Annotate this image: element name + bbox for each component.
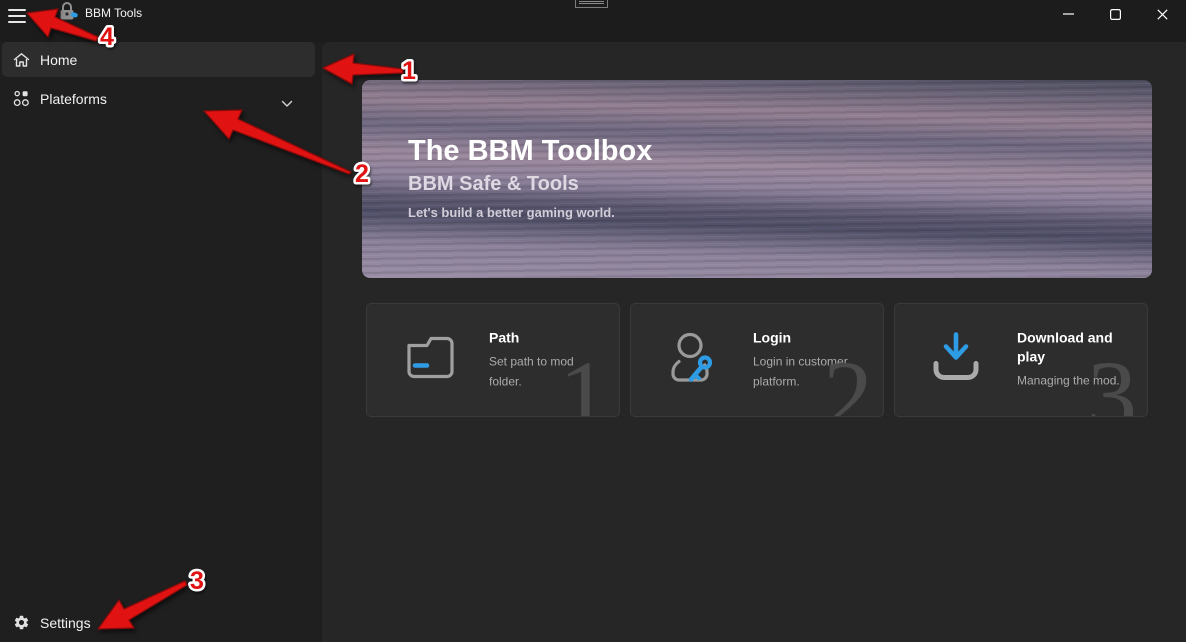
main-content: The BBM Toolbox BBM Safe & Tools Let's b… [322,42,1186,642]
card-login[interactable]: Login Login in customer platform. 2 [630,303,884,417]
home-icon [2,52,40,68]
snap-indicator-icon [575,0,608,8]
download-icon [929,330,985,391]
sidebar-item-settings[interactable]: Settings [2,605,315,640]
minimize-button[interactable] [1045,0,1092,28]
close-button[interactable] [1139,0,1186,28]
card-download[interactable]: Download and play Managing the mod. 3 [894,303,1148,417]
step-cards: Path Set path to mod folder. 1 Login Log… [366,303,1148,417]
sidebar-item-label: Plateforms [40,90,107,107]
hamburger-menu-button[interactable] [6,5,36,27]
sidebar: Home Plateforms Settings [0,42,322,642]
card-path[interactable]: Path Set path to mod folder. 1 [366,303,620,417]
card-step-number: 2 [823,340,873,417]
user-key-icon [665,330,721,391]
sidebar-item-home[interactable]: Home [2,42,315,77]
hero-banner: The BBM Toolbox BBM Safe & Tools Let's b… [362,80,1152,278]
hero-subtitle: BBM Safe & Tools [408,172,579,195]
card-step-number: 3 [1087,340,1137,417]
window-controls [1045,0,1186,28]
sidebar-item-plateforms[interactable]: Plateforms [2,81,315,116]
close-icon [1157,8,1168,20]
maximize-icon [1110,8,1121,20]
gear-icon [2,614,40,631]
minimize-icon [1063,13,1074,15]
chevron-down-icon[interactable] [281,95,293,113]
sidebar-item-label: Home [40,51,78,68]
sidebar-item-label: Settings [40,614,91,631]
hero-title: The BBM Toolbox [408,135,653,167]
titlebar: BBM Tools [0,0,1186,42]
hero-tagline: Let's build a better gaming world. [408,204,615,220]
hamburger-menu-icon [8,9,26,11]
maximize-button[interactable] [1092,0,1139,28]
card-step-number: 1 [559,340,609,417]
folder-icon [401,332,457,389]
app-lock-icon [57,1,79,26]
window-title: BBM Tools [85,6,143,20]
category-icon [2,90,40,107]
